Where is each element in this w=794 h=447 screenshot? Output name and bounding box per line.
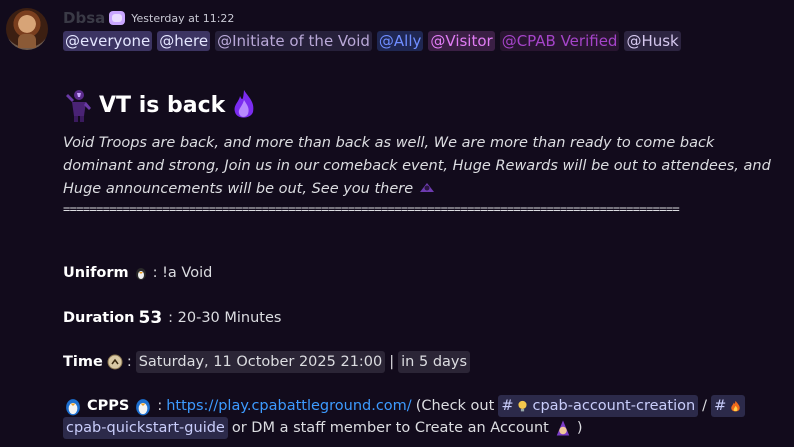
mention-everyone[interactable]: @everyone [63, 31, 153, 51]
announcement-description: Void Troops are back, and more than back… [63, 132, 781, 201]
time-date[interactable]: Saturday, 11 October 2025 21:00 [135, 351, 386, 373]
mention-list: @everyone @here @Initiate of the Void @A… [63, 31, 681, 51]
mention-here[interactable]: @here [157, 31, 211, 51]
uniform-value: : !a Void [152, 265, 213, 281]
author-avatar[interactable] [6, 8, 48, 50]
penguin-icon [136, 399, 151, 416]
slash-text: / [702, 398, 708, 414]
mention-visitor[interactable]: @Visitor [428, 31, 495, 51]
lightbulb-icon [518, 400, 528, 411]
cpps-row: CPPS : https://play.cpabattleground.com/… [63, 395, 746, 417]
close-paren: ) [576, 420, 583, 436]
cpps-colon: : [157, 398, 163, 414]
duration-value: : 20-30 Minutes [168, 310, 282, 326]
penguin-icon [135, 268, 146, 280]
cpps-url-link[interactable]: https://play.cpabattleground.com/ [166, 395, 411, 417]
void-trooper-emoji-icon [66, 90, 91, 122]
void-trooper-small-icon [419, 183, 434, 192]
channel-hash-fire[interactable]: # [711, 395, 746, 417]
uniform-label: Uniform [63, 265, 129, 281]
title-text: VT is back [99, 92, 226, 118]
cpps-label: CPPS [87, 398, 130, 414]
mention-ally[interactable]: @Ally [376, 31, 424, 51]
time-row: Time : Saturday, 11 October 2025 21:00 |… [63, 351, 471, 373]
time-relative[interactable]: in 5 days [398, 351, 471, 373]
dm-staff-text: or DM a staff member to Create an Accoun… [231, 420, 549, 436]
message-timestamp[interactable]: Yesterday at 11:22 [131, 12, 234, 25]
mention-cpab-verified[interactable]: @CPAB Verified [499, 31, 620, 51]
time-colon: : [126, 354, 132, 370]
channel-hash-icon: # [501, 398, 514, 414]
duration-row: Duration 53 : 20-30 Minutes [63, 307, 281, 329]
time-divider: | [389, 354, 395, 370]
channel-name: cpab-quickstart-guide [66, 420, 225, 436]
channel-hash-icon: # [714, 398, 727, 414]
clock-icon [107, 354, 123, 370]
channel-name: cpab-account-creation [532, 398, 696, 414]
fire-icon [731, 400, 740, 411]
announcement-title: VT is back [63, 88, 257, 122]
penguin-icon [66, 399, 80, 416]
role-badge-icon [109, 11, 126, 25]
message-header: Dbsa Yesterday at 11:22 [63, 9, 234, 27]
cpps-row-continued: cpab-quickstart-guide or DM a staff memb… [63, 417, 583, 439]
duration-number: 53 [138, 308, 163, 328]
uniform-row: Uniform : !a Void [63, 262, 212, 284]
wizard-emoji-icon [556, 420, 570, 436]
time-label: Time [63, 354, 103, 370]
duration-label: Duration [63, 310, 135, 326]
channel-cpab-quickstart-guide[interactable]: cpab-quickstart-guide [63, 417, 228, 439]
check-out-text: (Check out [415, 398, 495, 414]
separator-line: ========================================… [63, 202, 680, 216]
author-name[interactable]: Dbsa [63, 9, 105, 27]
purple-flame-emoji-icon [234, 90, 254, 118]
mention-initiate-of-the-void[interactable]: @Initiate of the Void [215, 31, 372, 51]
channel-cpab-account-creation[interactable]: # cpab-account-creation [498, 395, 699, 417]
mention-husk[interactable]: @Husk [624, 31, 681, 51]
